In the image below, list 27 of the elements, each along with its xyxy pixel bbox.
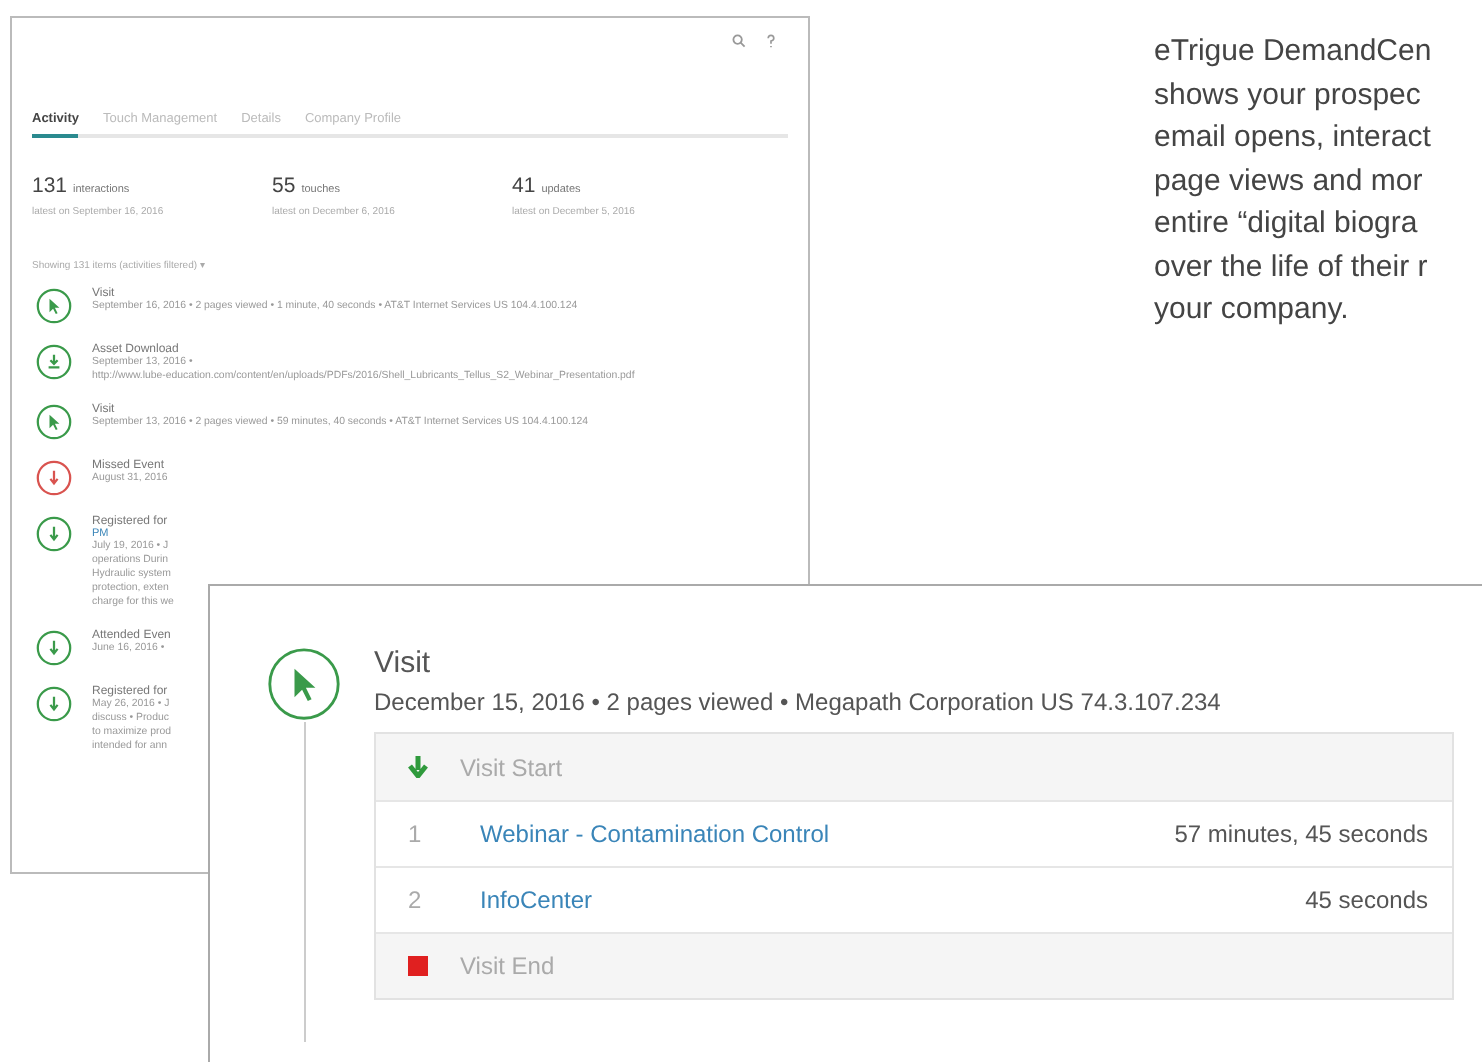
visit-start-label: Visit Start (460, 753, 563, 781)
duration: 45 seconds (1305, 886, 1428, 914)
description-line: entire “digital biogra (1154, 204, 1420, 244)
stat-value: 41 (512, 174, 536, 198)
page-link[interactable]: InfoCenter (480, 886, 593, 914)
help-icon[interactable] (766, 34, 776, 48)
description-line: page views and mor (1154, 161, 1425, 201)
row-number: 1 (408, 820, 424, 848)
description-line: over the life of their r (1154, 247, 1430, 287)
page-link[interactable]: Webinar - Contamination Control (480, 820, 830, 848)
cursor-icon (266, 646, 342, 722)
cursor-icon (36, 404, 72, 441)
search-icon[interactable] (732, 34, 746, 48)
down-arrow-icon (408, 756, 428, 778)
stat-value: 55 (272, 174, 296, 198)
description-line: your company. (1154, 290, 1351, 330)
stat-value: 131 (32, 174, 68, 198)
stop-icon (408, 956, 428, 976)
visit-title: Visit (374, 646, 433, 680)
row-number: 2 (408, 886, 424, 914)
description-line: shows your prospec (1154, 75, 1423, 115)
duration: 57 minutes, 45 seconds (1174, 820, 1428, 848)
visit-end-label: Visit End (460, 952, 555, 980)
description-line: eTrigue DemandCen (1154, 32, 1432, 72)
description-line: email opens, interact (1154, 118, 1432, 158)
visit-summary: December 15, 2016 • 2 pages viewed • Megapath Corporation US 74.3.107.234 (374, 688, 1223, 716)
cursor-icon (36, 288, 72, 324)
